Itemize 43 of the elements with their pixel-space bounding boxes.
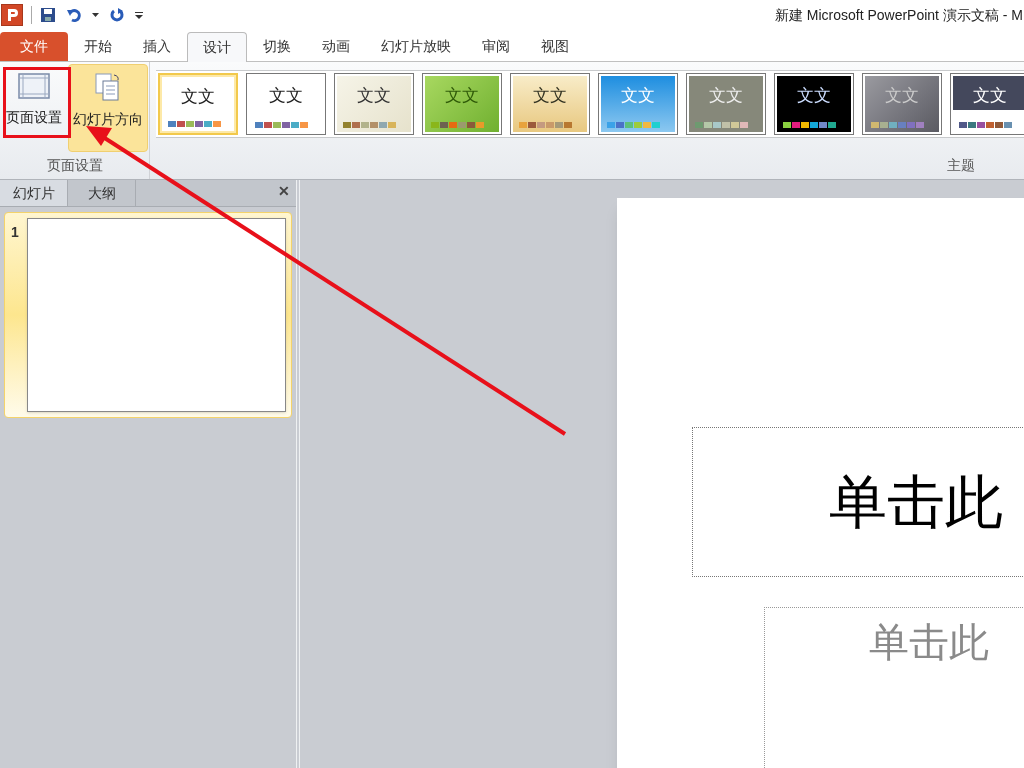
theme-sample-text: 文文 — [708, 84, 744, 107]
ribbon-tab[interactable]: 视图 — [526, 32, 584, 61]
theme-sample-text: 文文 — [884, 84, 920, 107]
slide-thumbnail-item[interactable]: 1 — [4, 212, 292, 418]
theme-sample-text: 文文 — [972, 84, 1008, 107]
group-label: 主题 — [947, 156, 975, 175]
page-setup-icon — [18, 73, 50, 99]
window-title: 新建 Microsoft PowerPoint 演示文稿 - M — [774, 5, 1023, 25]
theme-sample-text: 文文 — [356, 84, 392, 107]
close-button[interactable]: ✕ — [278, 181, 290, 202]
panel-tab[interactable]: 幻灯片 — [0, 180, 68, 206]
slide-orientation-button[interactable]: 幻灯片方向 — [68, 64, 148, 152]
file-tab[interactable]: 文件 — [0, 32, 68, 61]
theme-thumbnail[interactable]: 文文 — [334, 73, 414, 135]
theme-sample-text: 文文 — [620, 84, 656, 107]
ribbon-tab[interactable]: 插入 — [128, 32, 186, 61]
theme-thumbnail[interactable]: 文文 — [422, 73, 502, 135]
customize-icon[interactable] — [135, 11, 143, 19]
ribbon-tab[interactable]: 切换 — [248, 32, 306, 61]
undo-icon[interactable] — [66, 7, 82, 23]
ribbon-tab[interactable]: 审阅 — [467, 32, 525, 61]
dropdown-caret-icon[interactable] — [92, 13, 99, 17]
theme-sample-text: 文文 — [268, 84, 304, 107]
theme-thumbnail[interactable]: 文文 — [774, 73, 854, 135]
save-icon[interactable] — [40, 7, 56, 23]
ribbon-tab[interactable]: 动画 — [307, 32, 365, 61]
slide-orientation-icon — [94, 73, 122, 101]
theme-thumbnail[interactable]: 文文 — [246, 73, 326, 135]
redo-icon[interactable] — [109, 7, 125, 23]
theme-thumbnail[interactable]: 文文 — [510, 73, 590, 135]
theme-thumbnail[interactable]: 文文 — [158, 73, 238, 135]
group-label: 页面设置 — [45, 156, 104, 175]
page-setup-button[interactable]: 页面设置 — [1, 64, 67, 152]
theme-sample-text: 文文 — [796, 84, 832, 107]
ribbon-tab[interactable]: 幻灯片放映 — [366, 32, 466, 61]
ribbon-tab[interactable]: 设计 — [187, 32, 247, 62]
theme-sample-text: 文文 — [532, 84, 568, 107]
ribbon-tab[interactable]: 开始 — [69, 32, 127, 61]
title-placeholder[interactable]: 单击此 — [692, 427, 1024, 578]
theme-thumbnail[interactable]: 文文 — [950, 73, 1024, 135]
theme-sample-text: 文文 — [444, 84, 480, 107]
theme-sample-text: 文文 — [180, 85, 216, 108]
slide-number: 1 — [11, 223, 19, 242]
